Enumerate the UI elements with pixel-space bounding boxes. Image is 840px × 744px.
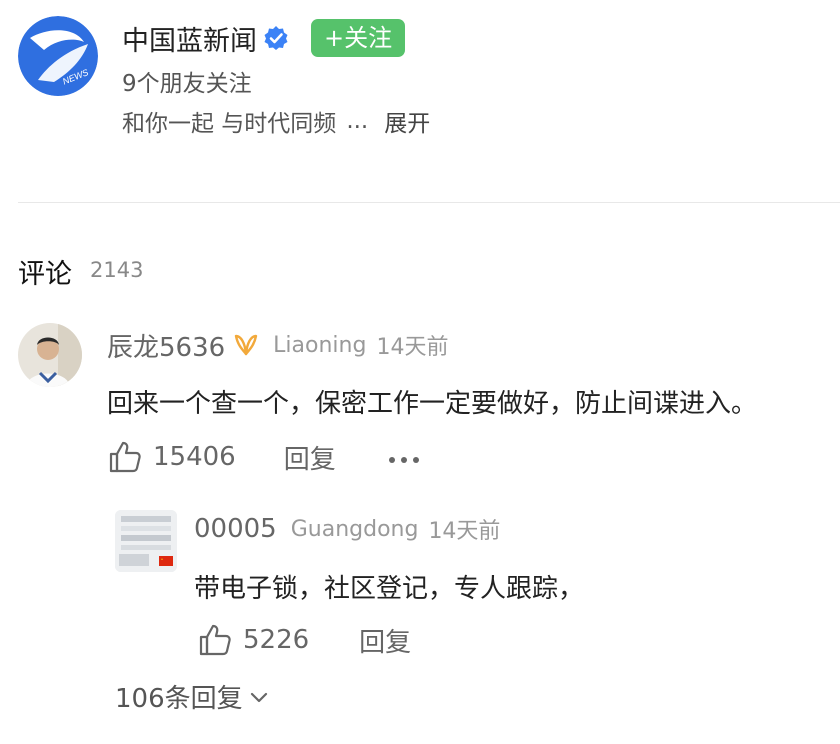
reply-avatar[interactable]	[115, 510, 177, 572]
reply-text: 带电子锁，社区登记，专人跟踪，	[194, 574, 585, 604]
reply-time: 14天前	[428, 519, 501, 544]
reply-actions: 5226 回复	[197, 620, 411, 660]
reply-location: Guangdong	[290, 516, 419, 542]
follow-button[interactable]: +关注	[311, 19, 406, 57]
reply-username[interactable]: 00005	[194, 514, 277, 544]
expand-replies-button[interactable]: 106条回复	[115, 678, 269, 714]
comment-location: Liaoning	[273, 332, 367, 358]
friends-following-text: 9个朋友关注	[122, 71, 252, 97]
comment-like-count: 15406	[153, 442, 236, 472]
reply-meta: 00005 Guangdong 14天前	[194, 512, 500, 546]
comment-actions: 15406 回复	[107, 437, 422, 477]
verified-check-icon	[263, 25, 289, 51]
thumbs-up-icon[interactable]	[107, 439, 143, 475]
comment-reply-button[interactable]: 回复	[284, 439, 336, 476]
chevron-down-icon	[249, 689, 269, 703]
section-divider	[18, 202, 840, 203]
commenter-avatar[interactable]	[18, 323, 82, 387]
publisher-description-row: 和你一起 与时代同频 ... 展开	[122, 104, 430, 138]
china-flag-icon	[159, 556, 173, 566]
reply-reply-button[interactable]: 回复	[359, 622, 411, 659]
publisher-logo[interactable]: NEWS	[18, 16, 98, 96]
reply-like-count: 5226	[243, 625, 310, 655]
more-replies-label: 106条回复	[115, 683, 243, 714]
comments-title: 评论	[18, 259, 72, 290]
comment-text: 回来一个查一个，保密工作一定要做好，防止间谍进入。	[107, 389, 758, 419]
expand-description-link[interactable]: 展开	[384, 104, 430, 138]
gold-badge-icon	[233, 333, 259, 357]
publisher-name[interactable]: 中国蓝新闻	[122, 19, 257, 58]
comments-count: 2143	[90, 258, 144, 282]
comment-meta: 辰龙5636 Liaoning 14天前	[107, 327, 448, 363]
thumbs-up-icon[interactable]	[197, 622, 233, 658]
description-ellipsis: ...	[346, 108, 369, 134]
comment-page: NEWS 中国蓝新闻 +关注 9个朋友关注 和你一起 与时代同频 ... 展开 …	[0, 0, 840, 744]
more-dots-icon[interactable]	[386, 451, 422, 463]
comment-username[interactable]: 辰龙5636	[107, 327, 225, 364]
publisher-name-row: 中国蓝新闻 +关注	[122, 18, 406, 58]
comment-time: 14天前	[376, 335, 449, 360]
publisher-description: 和你一起 与时代同频	[122, 111, 337, 137]
